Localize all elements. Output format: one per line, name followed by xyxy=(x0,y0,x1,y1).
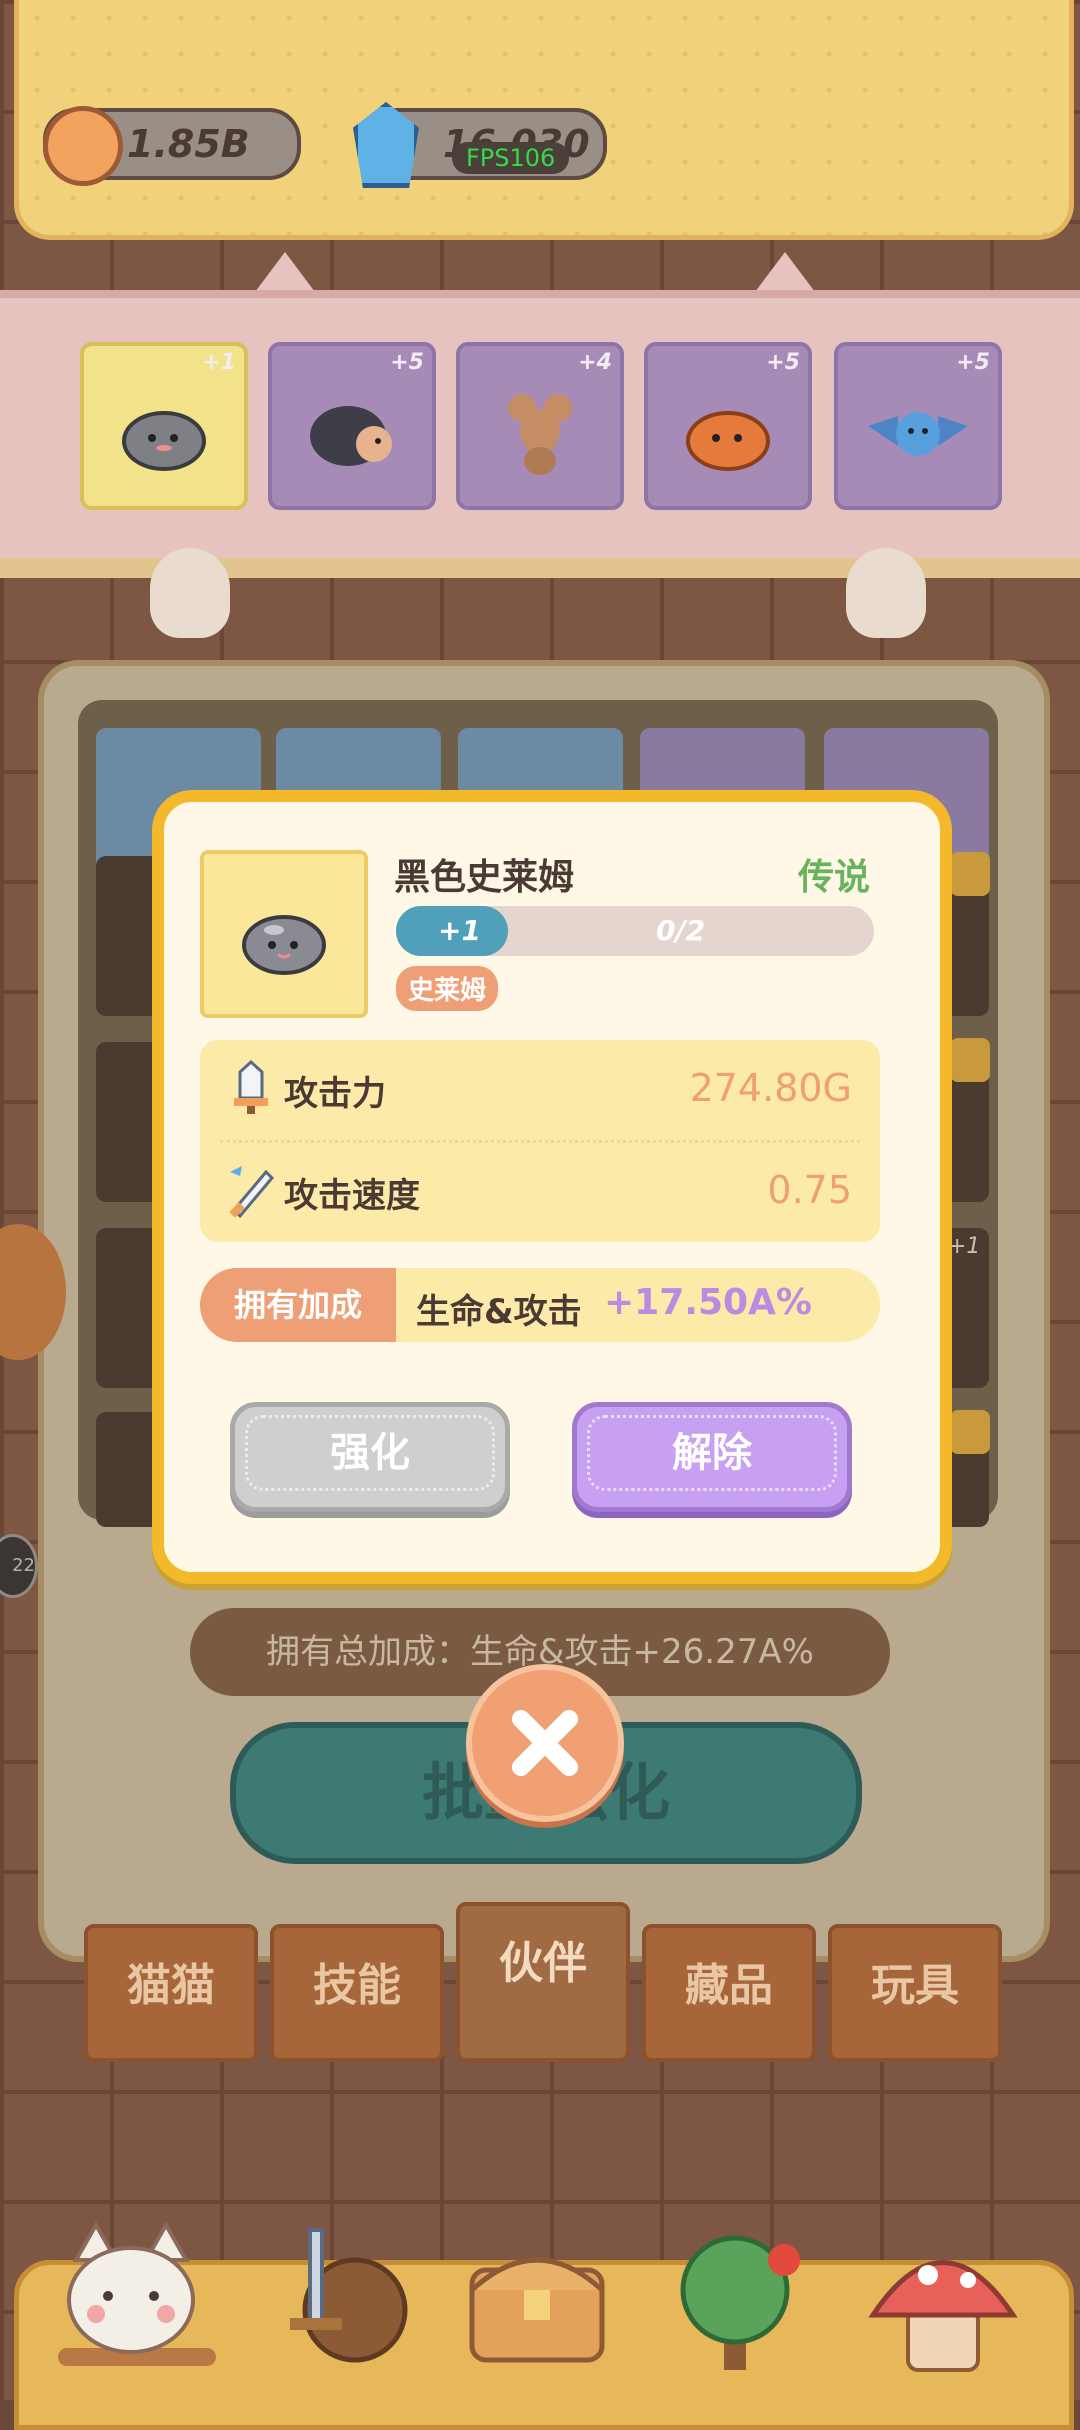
stat-label: 攻击速度 xyxy=(284,1176,420,1216)
cat-icon[interactable] xyxy=(56,2220,206,2380)
mushroom-house-icon[interactable] xyxy=(868,2220,1018,2380)
stat-row-attack-speed: 攻击速度 0.75 xyxy=(200,1142,880,1242)
upgrade-button-label: 强化 xyxy=(330,1430,410,1476)
owned-bonus-type: 生命&攻击 xyxy=(416,1292,582,1332)
paw-right xyxy=(846,548,926,638)
treasure-chest-icon[interactable] xyxy=(462,2220,612,2380)
companion-type-tag: 史莱姆 xyxy=(396,966,499,1011)
team-slot-5[interactable]: +5 xyxy=(834,342,1002,510)
tab-companions[interactable]: 伙伴 xyxy=(456,1902,630,2062)
slot-level: +5 xyxy=(766,350,800,375)
slime-icon xyxy=(122,411,206,471)
team-slot-4[interactable]: +5 xyxy=(644,342,812,510)
lock-icon xyxy=(950,1410,990,1454)
grid-slot-level: +1 xyxy=(948,1234,981,1259)
team-slot-1[interactable]: +1 xyxy=(80,342,248,510)
team-slot-2[interactable]: +5 xyxy=(268,342,436,510)
orange-slime-icon xyxy=(686,411,770,471)
level-badge: +1 xyxy=(438,914,481,947)
stats-box: 攻击力 274.80G 攻击速度 0.75 xyxy=(200,1040,880,1242)
remove-button[interactable]: 解除 xyxy=(572,1402,852,1512)
owned-bonus-row: 拥有加成 生命&攻击 +17.50A% xyxy=(200,1268,880,1342)
slot-level: +4 xyxy=(578,350,612,375)
upgrade-button[interactable]: 强化 xyxy=(230,1402,510,1512)
level-progress-fill: +1 xyxy=(396,906,508,956)
black-slime-icon xyxy=(242,915,326,975)
lock-icon xyxy=(950,1038,990,1082)
paw-left xyxy=(150,548,230,638)
progress-ratio: 0/2 xyxy=(656,914,706,947)
coin-value: 1.85B xyxy=(127,122,250,166)
category-tabs: 猫猫 技能 伙伴 藏品 玩具 xyxy=(84,1902,1004,2062)
owned-bonus-tag: 拥有加成 xyxy=(200,1268,396,1342)
tab-cats[interactable]: 猫猫 xyxy=(84,1924,258,2062)
coin-counter[interactable]: 1.85B xyxy=(43,106,301,186)
gem-icon xyxy=(353,102,419,188)
owned-bonus-value: +17.50A% xyxy=(604,1282,812,1323)
coin-icon xyxy=(43,106,123,186)
rarity-label: 传说 xyxy=(798,857,871,898)
slot-level: +5 xyxy=(390,350,424,375)
tree-icon[interactable] xyxy=(660,2220,810,2380)
hedgehog-icon xyxy=(310,406,392,466)
lock-icon xyxy=(950,852,990,896)
sword-shield-icon[interactable] xyxy=(260,2220,410,2380)
tab-toys[interactable]: 玩具 xyxy=(828,1924,1002,2062)
stat-row-attack: 攻击力 274.80G xyxy=(200,1040,880,1140)
team-slot-3[interactable]: +4 xyxy=(456,342,624,510)
remove-button-label: 解除 xyxy=(672,1430,752,1476)
mouse-icon xyxy=(508,394,572,475)
attack-speed-icon xyxy=(229,1166,275,1218)
slot-level: +5 xyxy=(956,350,990,375)
companion-portrait xyxy=(200,850,368,1018)
currency-panel: 1.85B 16,030 xyxy=(14,0,1074,240)
tab-collection[interactable]: 藏品 xyxy=(642,1924,816,2062)
tab-skills[interactable]: 技能 xyxy=(270,1924,444,2062)
stat-label: 攻击力 xyxy=(284,1074,386,1114)
bat-icon xyxy=(868,412,968,456)
stat-value: 274.80G xyxy=(689,1066,852,1110)
sword-icon xyxy=(234,1060,268,1114)
fps-counter: FPS106 xyxy=(452,142,570,174)
stat-value: 0.75 xyxy=(767,1168,852,1212)
companion-name: 黑色史莱姆 xyxy=(394,857,575,898)
slot-level: +1 xyxy=(202,350,236,375)
close-icon[interactable] xyxy=(466,1664,624,1822)
